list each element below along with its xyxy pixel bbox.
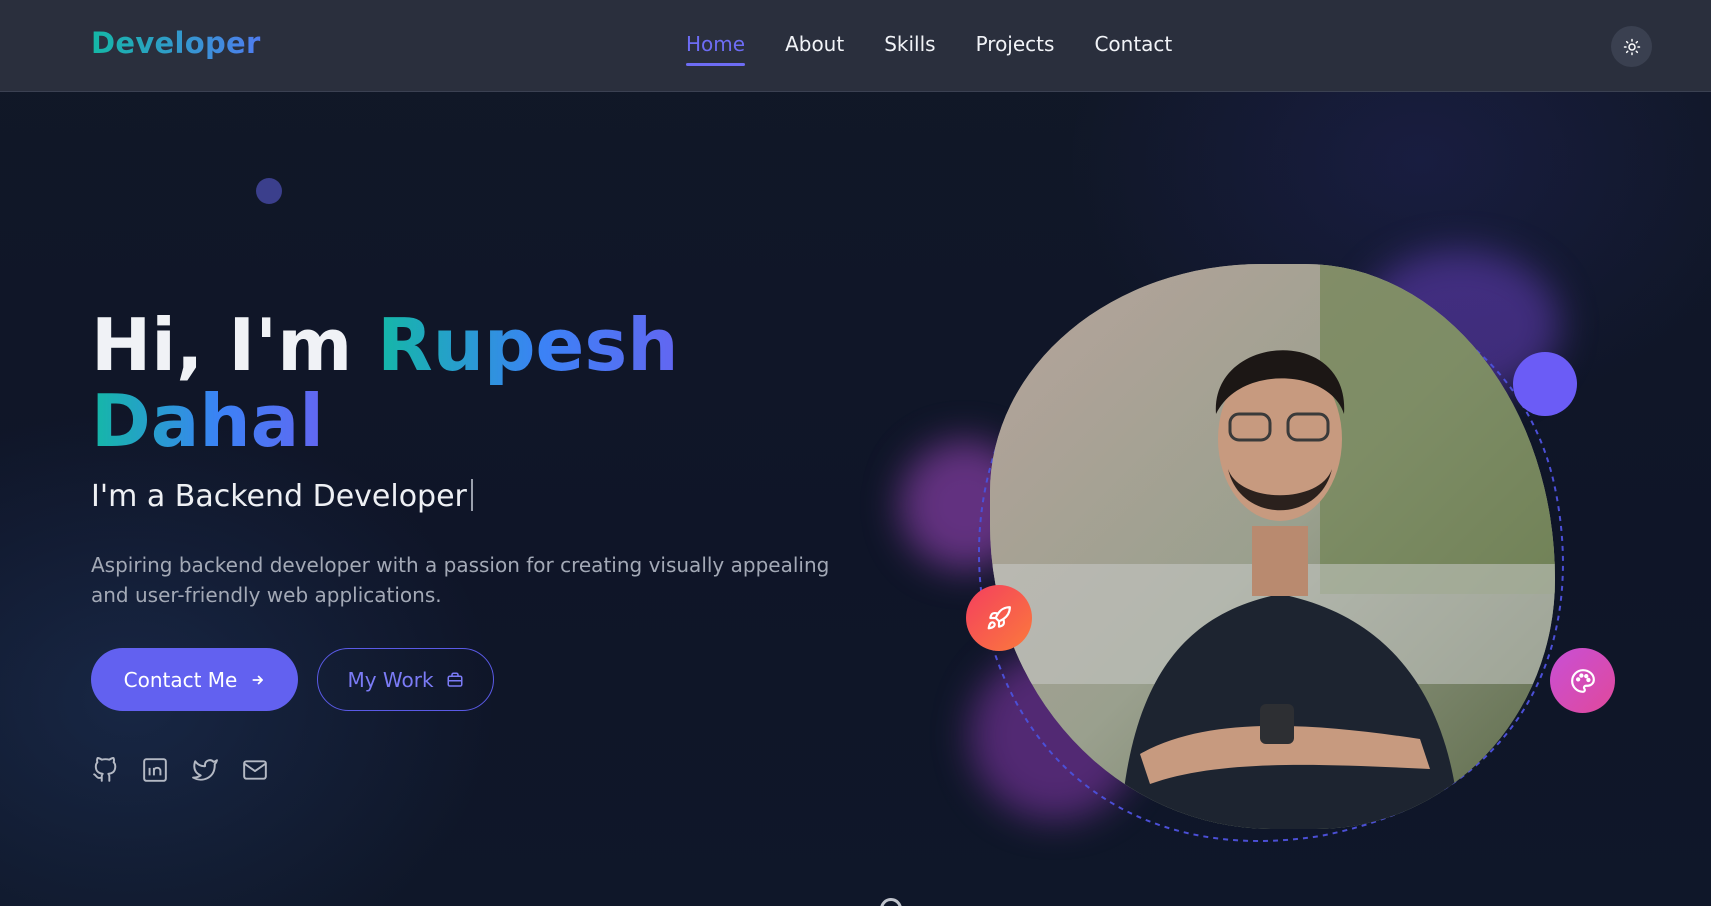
email-link[interactable]	[241, 756, 268, 783]
briefcase-icon	[447, 672, 463, 687]
main-nav: Home About Skills Projects Contact	[686, 32, 1172, 66]
hero-role-text: I'm a Backend Developer	[91, 479, 467, 514]
typing-caret	[470, 479, 473, 511]
hero-name-first: Rupesh	[377, 303, 679, 387]
hero-role: I'm a Backend Developer	[91, 479, 473, 514]
github-icon	[92, 756, 116, 782]
nav-contact[interactable]: Contact	[1094, 32, 1172, 66]
linkedin-icon	[142, 757, 167, 782]
site-logo[interactable]: Developer	[91, 26, 261, 60]
nav-home[interactable]: Home	[686, 32, 746, 66]
hero-description: Aspiring backend developer with a passio…	[91, 553, 830, 607]
decorative-dot	[256, 178, 282, 204]
sun-icon	[1623, 38, 1640, 55]
nav-about[interactable]: About	[785, 32, 844, 66]
palette-icon	[1570, 668, 1595, 693]
site-header: Developer Home About Skills Projects Con…	[0, 0, 1711, 92]
github-link[interactable]	[91, 756, 118, 783]
nav-projects[interactable]: Projects	[976, 32, 1055, 66]
decorative-orb	[1513, 352, 1577, 416]
social-links	[91, 756, 268, 783]
linkedin-link[interactable]	[141, 756, 168, 783]
contact-me-button[interactable]: Contact Me	[91, 648, 298, 711]
twitter-link[interactable]	[191, 756, 218, 783]
my-work-button[interactable]: My Work	[317, 648, 494, 711]
hero-greeting: Hi, I'm	[91, 303, 378, 387]
rocket-badge[interactable]	[966, 585, 1032, 651]
nav-skills[interactable]: Skills	[884, 32, 935, 66]
twitter-icon	[191, 758, 218, 781]
hero-name-last: Dahal	[91, 379, 324, 463]
mail-icon	[242, 759, 267, 780]
theme-toggle-button[interactable]	[1611, 26, 1652, 67]
arrow-right-icon	[252, 675, 264, 684]
hero-title: Hi, I'm Rupesh Dahal	[91, 307, 678, 459]
palette-badge[interactable]	[1550, 648, 1615, 713]
contact-me-label: Contact Me	[123, 667, 238, 692]
my-work-label: My Work	[347, 667, 434, 692]
rocket-icon	[987, 606, 1011, 630]
